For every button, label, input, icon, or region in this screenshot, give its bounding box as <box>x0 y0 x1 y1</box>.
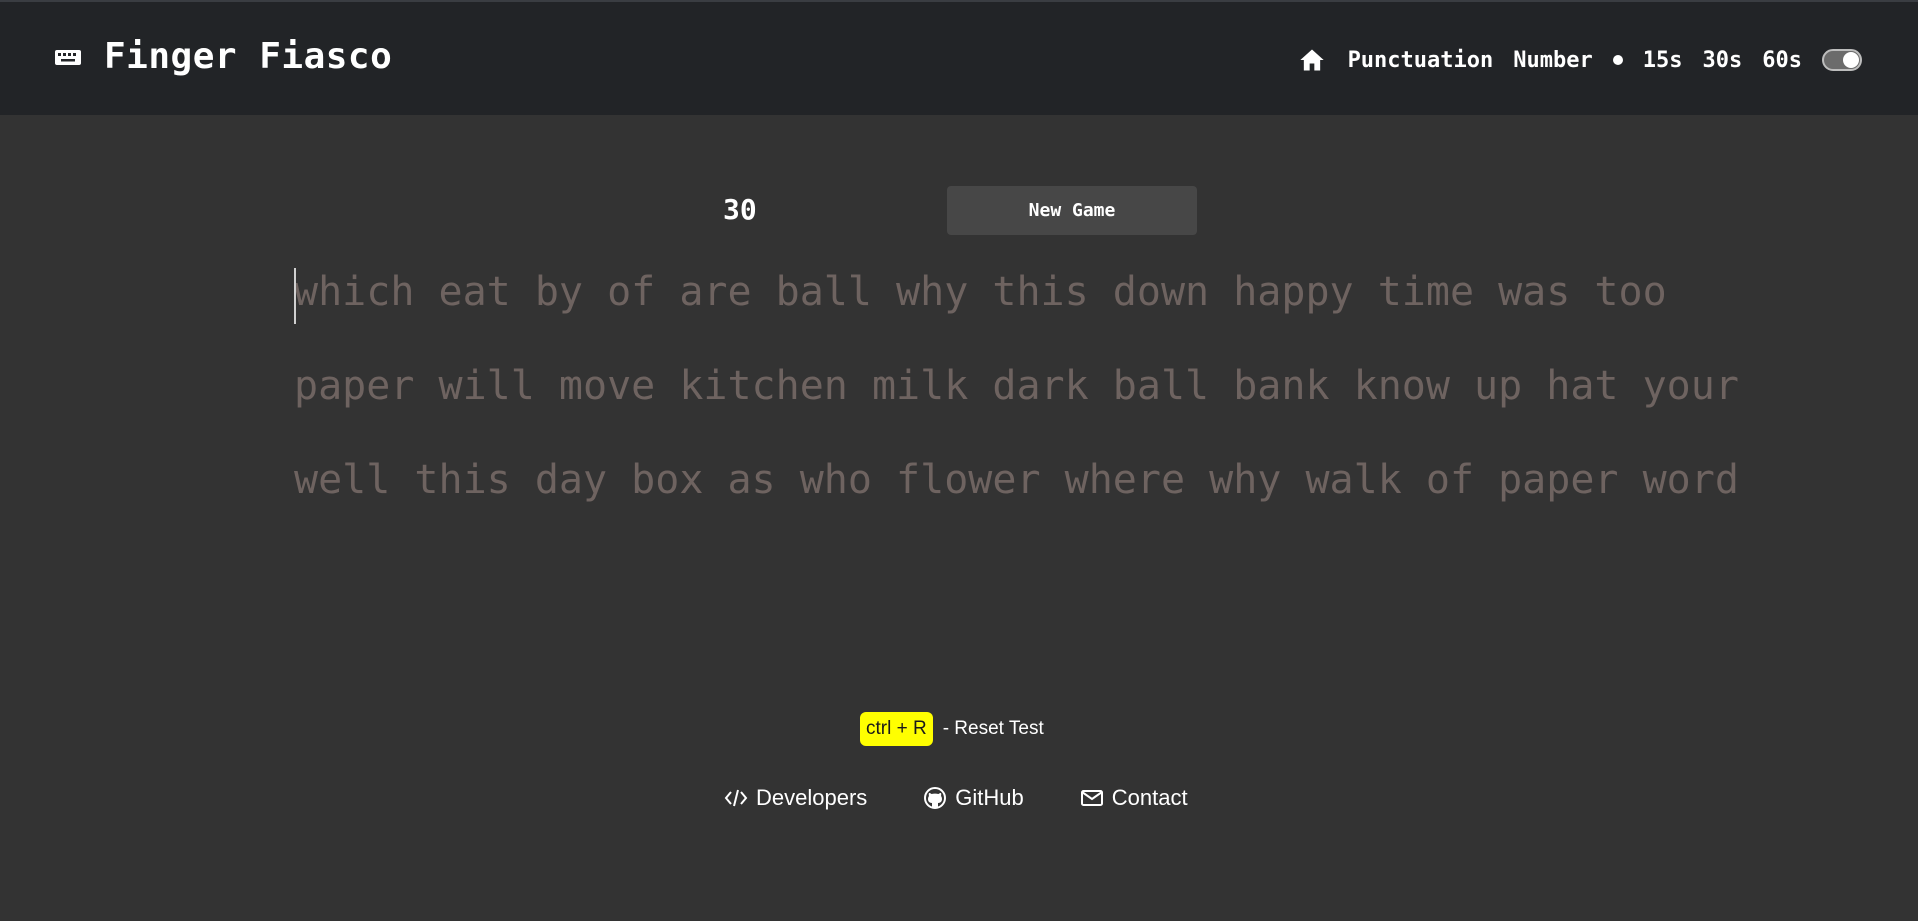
contact-label: Contact <box>1111 785 1188 810</box>
github-label: GitHub <box>955 785 1024 810</box>
new-game-button[interactable]: New Game <box>947 186 1197 235</box>
countdown-timer: 30 <box>723 193 757 226</box>
shortcut-key: ctrl + R <box>860 712 933 746</box>
number-toggle[interactable]: Number <box>1513 48 1592 73</box>
header-nav: Punctuation Number 15s 30s 60s <box>1298 46 1862 74</box>
header-bar: Finger Fiasco Punctuation Number 15s 30s… <box>0 0 1918 115</box>
duration-15s[interactable]: 15s <box>1643 48 1683 73</box>
shortcut-description: - Reset Test <box>942 718 1044 739</box>
home-icon[interactable] <box>1298 46 1326 74</box>
toggle-knob <box>1843 52 1859 68</box>
contact-link[interactable]: Contact <box>1080 785 1188 811</box>
github-icon <box>924 787 947 809</box>
brand[interactable]: Finger Fiasco <box>54 36 392 77</box>
text-caret <box>294 268 296 324</box>
mail-icon <box>1080 790 1103 806</box>
app-title: Finger Fiasco <box>104 36 393 77</box>
reset-shortcut-hint: ctrl + R - Reset Test <box>860 712 1044 746</box>
separator-dot <box>1612 55 1623 65</box>
keyboard-icon <box>54 47 82 67</box>
typing-area[interactable]: which eat by of are ball why this down h… <box>294 262 1739 544</box>
developers-label: Developers <box>756 785 868 810</box>
word-line: which eat by of are ball why this down h… <box>294 269 1667 315</box>
developers-link[interactable]: Developers <box>724 785 867 811</box>
footer-links: Developers GitHub Contact <box>724 785 1188 811</box>
punctuation-toggle[interactable]: Punctuation <box>1348 48 1494 73</box>
code-icon <box>724 789 748 807</box>
word-line: paper will move kitchen milk dark ball b… <box>294 363 1739 409</box>
word-line: well this day box as who flower where wh… <box>294 457 1739 503</box>
duration-30s[interactable]: 30s <box>1703 48 1743 73</box>
github-link[interactable]: GitHub <box>923 785 1024 811</box>
duration-60s[interactable]: 60s <box>1762 48 1802 73</box>
theme-toggle[interactable] <box>1822 49 1862 71</box>
